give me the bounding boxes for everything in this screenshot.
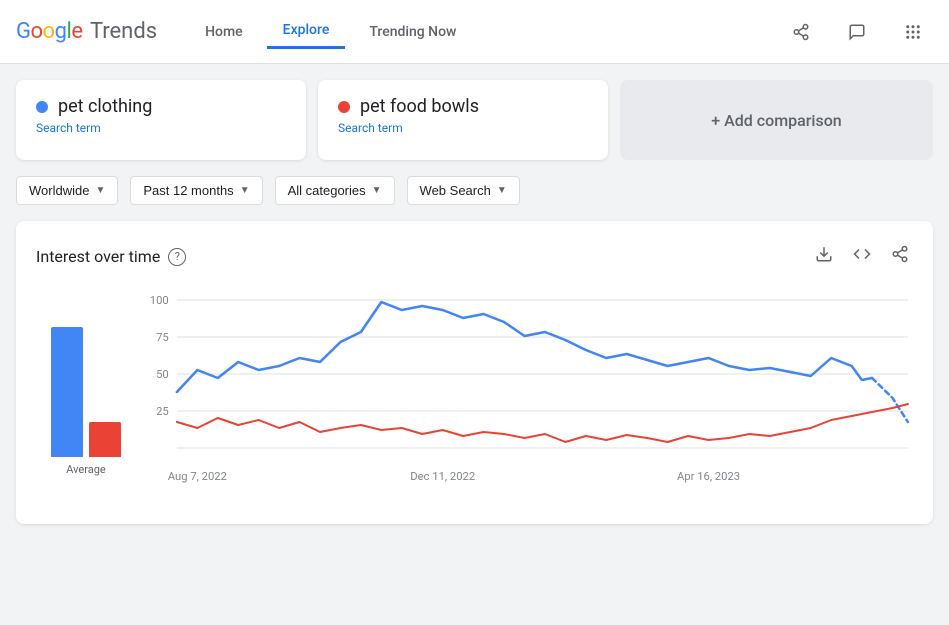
search-card-header-2: pet food bowls [338,96,588,117]
filter-category-label: All categories [288,183,366,198]
svg-text:75: 75 [156,331,169,344]
chart-container: Average 100 75 50 25 [36,280,913,504]
dot-blue-1 [36,101,48,113]
filter-geo[interactable]: Worldwide ▼ [16,176,118,205]
avg-bars: Average [36,280,136,504]
filter-search-type-label: Web Search [420,183,491,198]
filter-geo-label: Worldwide [29,183,89,198]
avg-bar-blue [51,327,83,457]
search-cards: pet clothing Search term pet food bowls … [16,80,933,160]
filter-time[interactable]: Past 12 months ▼ [130,176,262,205]
svg-text:50: 50 [156,368,169,381]
share-icon[interactable] [781,12,821,52]
filter-search-type[interactable]: Web Search ▼ [407,176,520,205]
add-comparison-label: + Add comparison [711,111,841,130]
chart-title-text: Interest over time [36,247,160,266]
logo: Google Trends [16,19,157,44]
svg-text:Apr 16, 2023: Apr 16, 2023 [677,470,740,483]
chart-header: Interest over time ? [36,241,913,272]
chart-section: Interest over time ? [16,221,933,524]
feedback-icon[interactable] [837,12,877,52]
filter-category-chevron: ▼ [372,185,382,196]
chart-actions [811,241,913,272]
nav-home[interactable]: Home [189,16,259,48]
term-name-1: pet clothing [58,96,152,117]
embed-button[interactable] [849,241,875,272]
help-icon[interactable]: ? [168,248,186,266]
logo-google: Google [16,19,82,44]
term-label-1: Search term [36,121,286,135]
filter-geo-chevron: ▼ [95,185,105,196]
search-card-header-1: pet clothing [36,96,286,117]
share-chart-button[interactable] [887,241,913,272]
filter-time-chevron: ▼ [240,185,250,196]
svg-text:25: 25 [156,405,169,418]
svg-text:Aug 7, 2022: Aug 7, 2022 [168,470,227,483]
nav-trending[interactable]: Trending Now [353,16,472,48]
nav-explore[interactable]: Explore [267,14,346,49]
dot-red-2 [338,101,350,113]
trend-chart-svg: 100 75 50 25 Aug 7, 2022 Dec 11, 2022 Ap… [136,280,913,500]
svg-text:Dec 11, 2022: Dec 11, 2022 [410,470,475,483]
apps-icon[interactable] [893,12,933,52]
search-card-2[interactable]: pet food bowls Search term [318,80,608,160]
term-name-2: pet food bowls [360,96,479,117]
chart-title: Interest over time ? [36,247,186,266]
main-content: pet clothing Search term pet food bowls … [0,64,949,540]
header: Google Trends Home Explore Trending Now [0,0,949,64]
main-nav: Home Explore Trending Now [189,14,781,49]
filter-search-type-chevron: ▼ [497,185,507,196]
term-label-2: Search term [338,121,588,135]
avg-bars-inner [51,297,121,457]
search-card-1[interactable]: pet clothing Search term [16,80,306,160]
filters-bar: Worldwide ▼ Past 12 months ▼ All categor… [16,176,933,205]
chart-area: 100 75 50 25 Aug 7, 2022 Dec 11, 2022 Ap… [136,280,913,504]
svg-text:100: 100 [150,294,169,307]
avg-bar-red [89,422,121,457]
add-comparison-button[interactable]: + Add comparison [620,80,933,160]
avg-label: Average [66,463,106,476]
filter-time-label: Past 12 months [143,183,233,198]
filter-category[interactable]: All categories ▼ [275,176,395,205]
logo-trends: Trends [84,19,157,44]
header-icons [781,12,933,52]
download-button[interactable] [811,241,837,272]
